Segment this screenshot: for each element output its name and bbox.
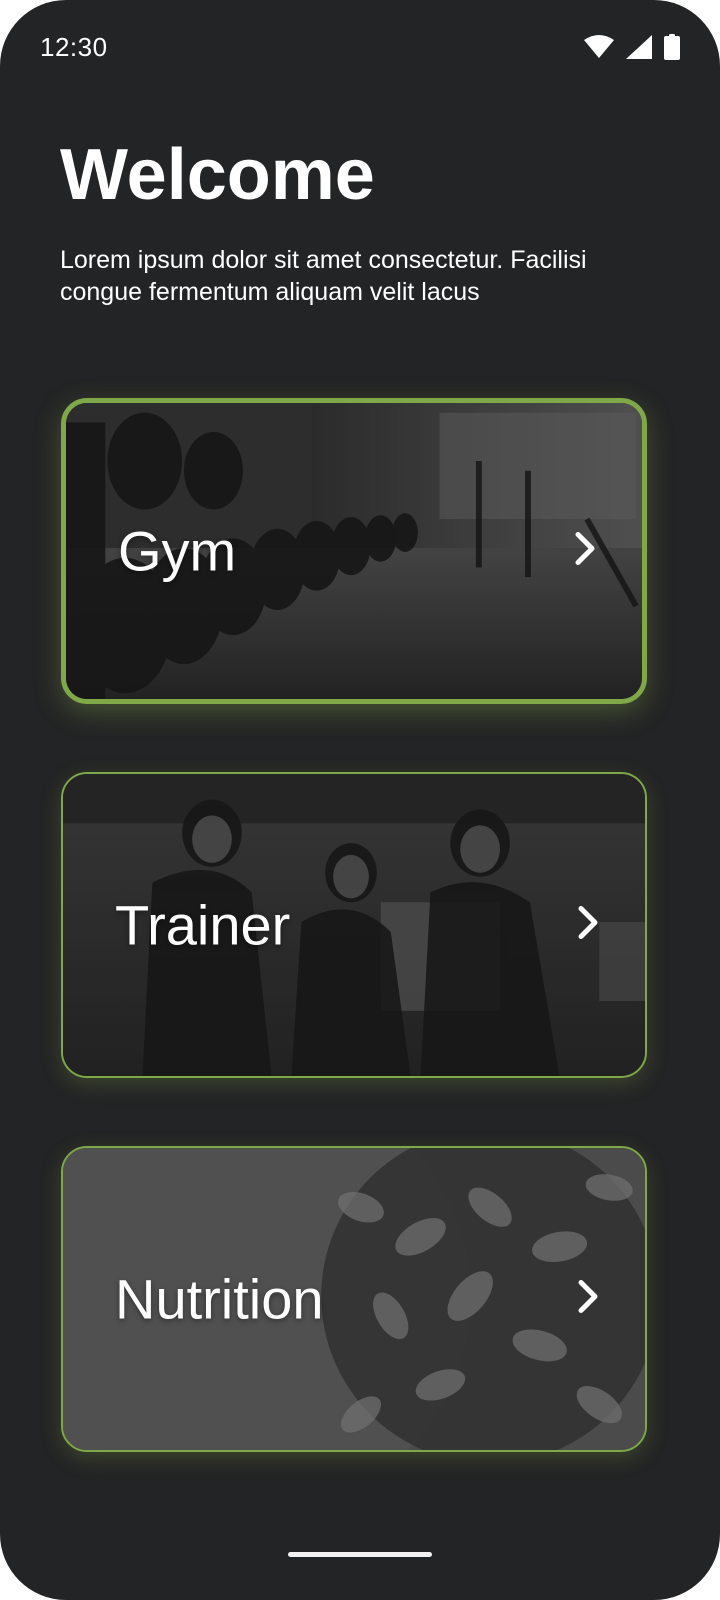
chevron-right-icon [574,531,598,572]
card-label: Nutrition [115,1267,324,1331]
card-label: Trainer [115,893,291,957]
cellular-signal-icon [626,35,652,59]
status-icons [584,34,680,60]
page-subtitle: Lorem ipsum dolor sit amet consectetur. … [60,246,587,306]
trainer-card[interactable]: Trainer [61,772,647,1078]
status-bar: 12:30 [0,0,720,96]
card-label: Gym [118,519,237,583]
status-time: 12:30 [40,32,108,62]
chevron-right-icon [577,905,601,946]
page-title: Welcome [60,135,375,215]
battery-icon [664,34,680,60]
chevron-right-icon [577,1279,601,1320]
wifi-icon [584,35,614,59]
gym-card[interactable]: Gym [61,398,647,704]
nutrition-card[interactable]: Nutrition [61,1146,647,1452]
phone-screen: 12:30 Welcome Lorem ipsum dolor sit amet… [0,0,720,1600]
home-indicator[interactable] [288,1552,432,1557]
